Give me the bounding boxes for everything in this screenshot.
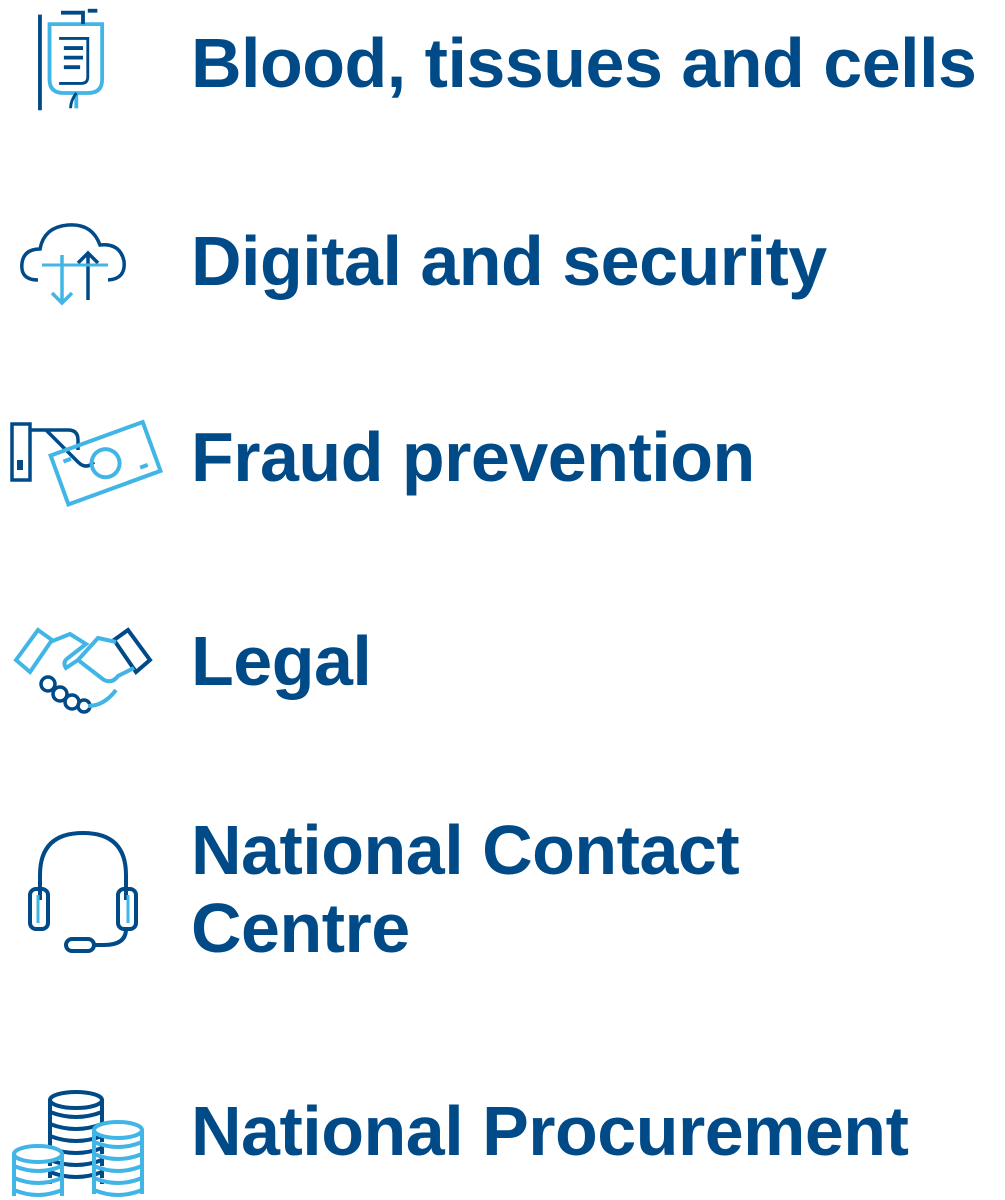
service-label: Fraud prevention bbox=[191, 418, 755, 496]
service-item-digital-security[interactable]: Digital and security bbox=[0, 200, 1005, 320]
service-item-national-contact-centre[interactable]: National Contact Centre bbox=[0, 805, 1005, 985]
service-item-legal[interactable]: Legal bbox=[0, 600, 1005, 720]
service-label: Blood, tissues and cells bbox=[191, 24, 977, 102]
iv-blood-bag-icon bbox=[8, 5, 158, 115]
service-item-national-procurement[interactable]: National Procurement bbox=[0, 1080, 1005, 1199]
service-label: Digital and security bbox=[191, 222, 827, 300]
headset-icon bbox=[8, 825, 158, 953]
service-item-fraud-prevention[interactable]: Fraud prevention bbox=[0, 400, 1005, 520]
service-item-blood-tissues-cells[interactable]: Blood, tissues and cells bbox=[0, 0, 1005, 130]
cloud-sync-icon bbox=[8, 205, 158, 315]
service-label: Legal bbox=[191, 622, 372, 700]
coin-stacks-icon bbox=[8, 1088, 158, 1200]
service-label: National Procurement bbox=[191, 1092, 909, 1170]
hand-money-icon bbox=[8, 402, 164, 512]
service-label: National Contact Centre bbox=[191, 811, 740, 967]
handshake-icon bbox=[8, 610, 158, 720]
service-list: Blood, tissues and cells Digital and sec… bbox=[0, 0, 1005, 1199]
